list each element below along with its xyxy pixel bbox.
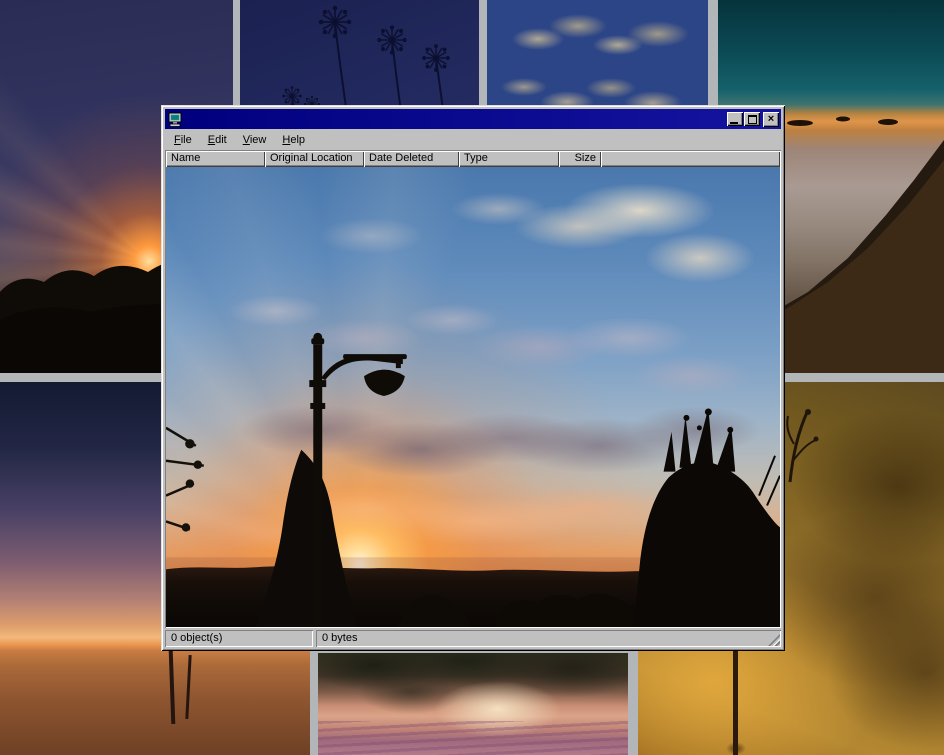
right-trees-silhouette (634, 408, 780, 627)
desktop: × File Edit View Help Name Original Loca… (0, 0, 944, 755)
column-header-type[interactable]: Type (459, 151, 559, 167)
status-bar: 0 object(s) 0 bytes (165, 630, 781, 647)
maximize-button[interactable] (744, 112, 760, 126)
minimize-icon (730, 122, 738, 124)
menu-edit[interactable]: Edit (200, 132, 235, 149)
column-header-name[interactable]: Name (166, 151, 265, 167)
column-header-size[interactable]: Size (559, 151, 601, 167)
menu-view[interactable]: View (235, 132, 275, 149)
left-branch-silhouette (166, 428, 204, 531)
status-size-text: 0 bytes (322, 632, 357, 644)
lake-pole-silhouette (169, 650, 176, 724)
menu-help[interactable]: Help (274, 132, 313, 149)
cypress-tree-silhouette (256, 450, 358, 627)
menu-bar: File Edit View Help (165, 130, 781, 150)
title-bar[interactable]: × (165, 109, 781, 129)
status-size: 0 bytes (316, 630, 781, 647)
maximize-icon (748, 115, 757, 124)
lake-pole-silhouette (185, 655, 191, 719)
menu-file[interactable]: File (166, 132, 200, 149)
close-button[interactable]: × (763, 112, 779, 127)
column-header-row: Name Original Location Date Deleted Type… (166, 151, 780, 167)
list-area-sunset-photo[interactable] (166, 167, 780, 627)
wallpaper-photo-water-reflection (318, 653, 628, 755)
status-object-count: 0 object(s) (165, 630, 313, 647)
close-icon: × (768, 114, 774, 124)
recycle-bin-window: × File Edit View Help Name Original Loca… (161, 105, 785, 651)
column-header-date-deleted[interactable]: Date Deleted (364, 151, 459, 167)
file-list-view: Name Original Location Date Deleted Type… (165, 150, 781, 628)
photo-silhouettes (166, 167, 780, 627)
water-ripples (318, 721, 628, 755)
minimize-button[interactable] (727, 112, 743, 126)
computer-icon (167, 112, 183, 127)
column-header-filler[interactable] (601, 151, 780, 167)
pole-silhouette (733, 644, 738, 755)
resize-grip[interactable] (768, 634, 780, 646)
column-header-original-location[interactable]: Original Location (265, 151, 364, 167)
